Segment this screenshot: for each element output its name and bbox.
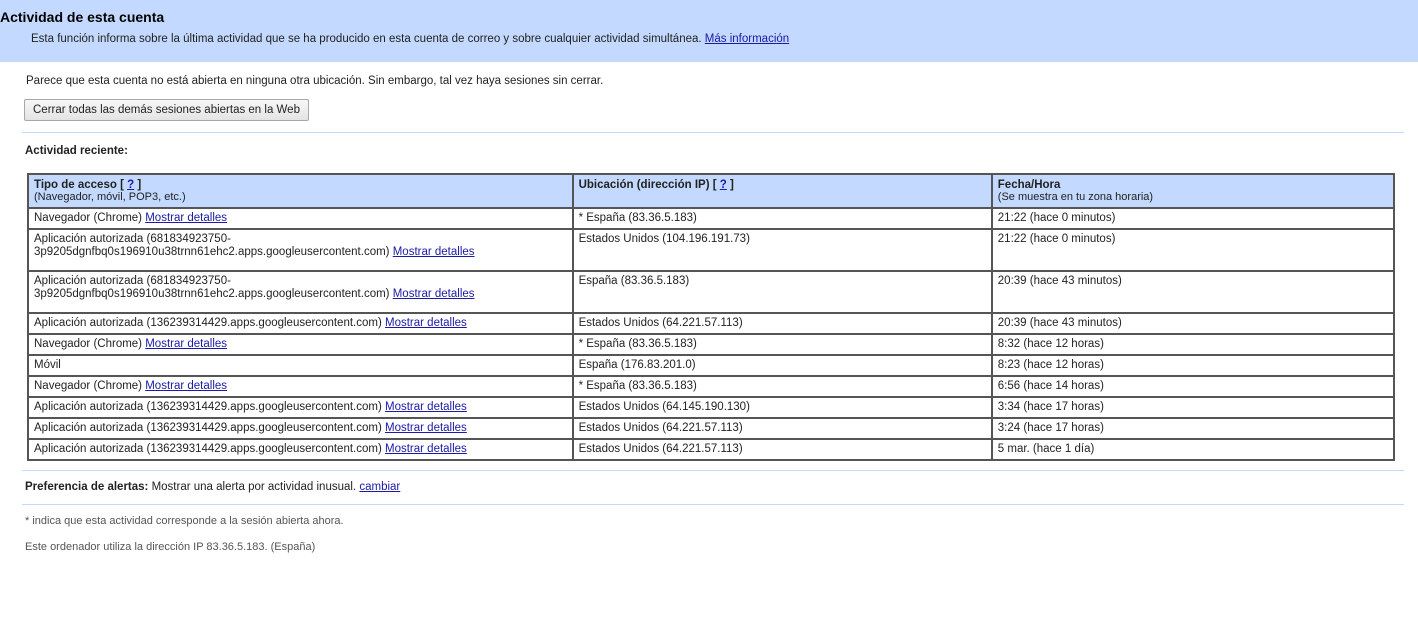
change-alert-link[interactable]: cambiar: [359, 481, 400, 493]
current-session-footnote: * indica que esta actividad corresponde …: [25, 515, 344, 527]
header-datetime-label: Fecha/Hora: [997, 179, 1061, 191]
header-access-type-sub: (Navegador, móvil, POP3, etc.): [34, 191, 186, 203]
alert-preference-label: Preferencia de alertas:: [25, 481, 149, 493]
location-cell: * España (83.36.5.183): [571, 333, 993, 356]
time-cell: 21:22 (hace 0 minutos): [990, 207, 1396, 230]
show-details-link[interactable]: Mostrar detalles: [385, 317, 467, 329]
location-help-link[interactable]: ?: [720, 179, 727, 191]
table-row: Aplicación autorizada (136239314429.apps…: [27, 312, 1396, 335]
show-details-link[interactable]: Mostrar detalles: [145, 338, 227, 350]
location-cell: España (176.83.201.0): [571, 354, 993, 377]
recent-activity-title: Actividad reciente:: [25, 145, 128, 157]
time-cell: 5 mar. (hace 1 día): [990, 438, 1396, 461]
header-datetime: Fecha/Hora (Se muestra en tu zona horari…: [990, 173, 1396, 209]
divider: [22, 470, 1404, 471]
location-cell: Estados Unidos (64.145.190.130): [571, 396, 993, 419]
divider: [22, 504, 1404, 505]
access-type-text: Navegador (Chrome): [34, 380, 143, 392]
access-cell: Aplicación autorizada (681834923750-3p92…: [27, 270, 574, 314]
location-cell: * España (83.36.5.183): [571, 207, 993, 230]
table-row: Navegador (Chrome) Mostrar detalles * Es…: [27, 333, 1396, 356]
time-cell: 3:24 (hace 17 horas): [990, 417, 1396, 440]
location-cell: Estados Unidos (64.221.57.113): [571, 438, 993, 461]
table-row: Aplicación autorizada (136239314429.apps…: [27, 438, 1396, 461]
time-cell: 20:39 (hace 43 minutos): [990, 270, 1396, 314]
header-location: Ubicación (dirección IP) [ ? ]: [571, 173, 993, 209]
location-cell: España (83.36.5.183): [571, 270, 993, 314]
show-details-link[interactable]: Mostrar detalles: [385, 422, 467, 434]
ip-address-footnote: Este ordenador utiliza la dirección IP 8…: [25, 541, 316, 553]
header-description: Esta función informa sobre la última act…: [31, 33, 1418, 45]
access-cell: Aplicación autorizada (136239314429.apps…: [27, 417, 574, 440]
show-details-link[interactable]: Mostrar detalles: [385, 443, 467, 455]
more-info-link[interactable]: Más información: [705, 33, 789, 45]
divider: [22, 132, 1404, 133]
access-type-text: Aplicación autorizada (136239314429.apps…: [34, 317, 382, 329]
access-cell: Móvil: [27, 354, 574, 377]
table-row: Aplicación autorizada (681834923750-3p92…: [27, 270, 1396, 314]
table-row: Aplicación autorizada (136239314429.apps…: [27, 396, 1396, 419]
table-row: Navegador (Chrome) Mostrar detalles * Es…: [27, 375, 1396, 398]
time-cell: 21:22 (hace 0 minutos): [990, 228, 1396, 272]
access-type-text: Navegador (Chrome): [34, 212, 143, 224]
time-cell: 8:23 (hace 12 horas): [990, 354, 1396, 377]
header-datetime-sub: (Se muestra en tu zona horaria): [997, 191, 1154, 203]
access-cell: Navegador (Chrome) Mostrar detalles: [27, 207, 574, 230]
access-cell: Aplicación autorizada (136239314429.apps…: [27, 312, 574, 335]
header-access-type-label: Tipo de acceso: [34, 179, 117, 191]
access-cell: Aplicación autorizada (681834923750-3p92…: [27, 228, 574, 272]
access-cell: Aplicación autorizada (136239314429.apps…: [27, 438, 574, 461]
show-details-link[interactable]: Mostrar detalles: [385, 401, 467, 413]
access-type-text: Navegador (Chrome): [34, 338, 143, 350]
table-header-row: Tipo de acceso [ ? ] (Navegador, móvil, …: [27, 173, 1396, 209]
location-cell: * España (83.36.5.183): [571, 375, 993, 398]
location-cell: Estados Unidos (64.221.57.113): [571, 312, 993, 335]
show-details-link[interactable]: Mostrar detalles: [393, 288, 475, 300]
close-other-sessions-button[interactable]: Cerrar todas las demás sesiones abiertas…: [24, 99, 309, 121]
access-cell: Navegador (Chrome) Mostrar detalles: [27, 375, 574, 398]
header-description-text: Esta función informa sobre la última act…: [31, 33, 702, 45]
recent-activity-table: Tipo de acceso [ ? ] (Navegador, móvil, …: [27, 173, 1396, 461]
header-location-label: Ubicación (dirección IP): [578, 179, 710, 191]
main-content: Parece que esta cuenta no está abierta e…: [0, 73, 1418, 553]
location-cell: Estados Unidos (64.221.57.113): [571, 417, 993, 440]
access-type-text: Aplicación autorizada (136239314429.apps…: [34, 422, 382, 434]
alert-preference: Preferencia de alertas: Mostrar una aler…: [22, 481, 1418, 495]
table-row: Aplicación autorizada (681834923750-3p92…: [27, 228, 1396, 272]
access-type-text: Aplicación autorizada (136239314429.apps…: [34, 443, 382, 455]
show-details-link[interactable]: Mostrar detalles: [145, 212, 227, 224]
show-details-link[interactable]: Mostrar detalles: [393, 246, 475, 258]
access-cell: Aplicación autorizada (136239314429.apps…: [27, 396, 574, 419]
page-title: Actividad de esta cuenta: [0, 9, 165, 25]
account-activity-header: Actividad de esta cuenta Esta función in…: [0, 0, 1418, 62]
header-access-type: Tipo de acceso [ ? ] (Navegador, móvil, …: [27, 173, 574, 209]
access-type-text: Aplicación autorizada (681834923750-3p92…: [34, 275, 390, 300]
access-type-help-link[interactable]: ?: [127, 179, 134, 191]
no-other-sessions-notice: Parece que esta cuenta no está abierta e…: [26, 75, 604, 87]
time-cell: 3:34 (hace 17 horas): [990, 396, 1396, 419]
table-row: Navegador (Chrome) Mostrar detalles * Es…: [27, 207, 1396, 230]
table-row: Móvil España (176.83.201.0) 8:23 (hace 1…: [27, 354, 1396, 377]
access-type-text: Aplicación autorizada (681834923750-3p92…: [34, 233, 390, 258]
alert-preference-value: Mostrar una alerta por actividad inusual…: [151, 481, 357, 493]
access-cell: Navegador (Chrome) Mostrar detalles: [27, 333, 574, 356]
show-details-link[interactable]: Mostrar detalles: [145, 380, 227, 392]
time-cell: 20:39 (hace 43 minutos): [990, 312, 1396, 335]
button-row: Cerrar todas las demás sesiones abiertas…: [22, 99, 1418, 123]
location-cell: Estados Unidos (104.196.191.73): [571, 228, 993, 272]
access-type-text: Móvil: [34, 359, 61, 371]
time-cell: 8:32 (hace 12 horas): [990, 333, 1396, 356]
time-cell: 6:56 (hace 14 horas): [990, 375, 1396, 398]
access-type-text: Aplicación autorizada (136239314429.apps…: [34, 401, 382, 413]
table-row: Aplicación autorizada (136239314429.apps…: [27, 417, 1396, 440]
